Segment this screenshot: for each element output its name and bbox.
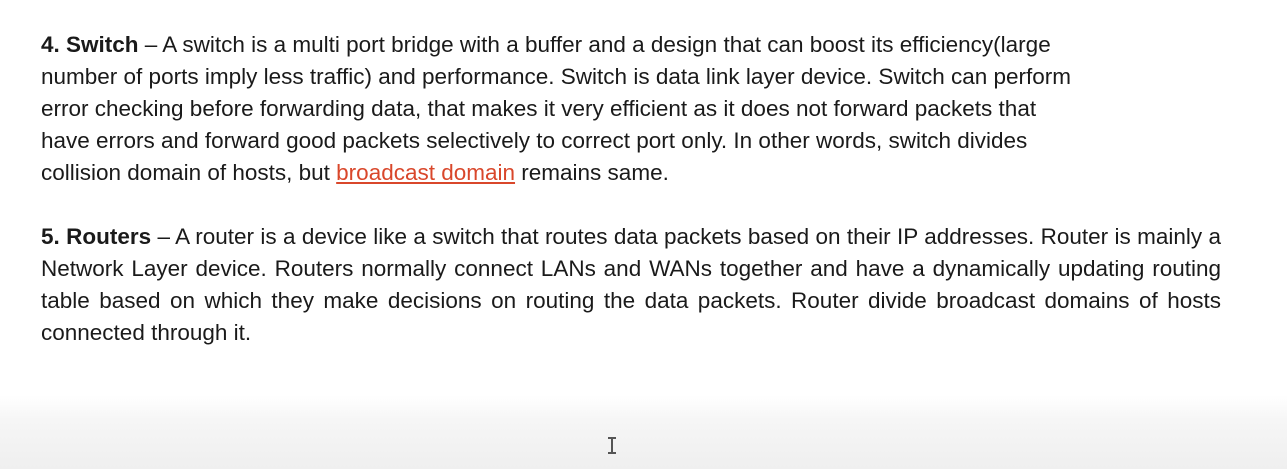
broadcast-domain-link[interactable]: broadcast domain: [336, 160, 515, 185]
document-page: 4. Switch – A switch is a multi port bri…: [0, 0, 1287, 469]
paragraph-routers: 5. Routers – A router is a device like a…: [41, 221, 1221, 349]
paragraph-switch: 4. Switch – A switch is a multi port bri…: [41, 29, 1081, 189]
heading-routers: 5. Routers: [41, 224, 152, 249]
heading-switch: 4. Switch: [41, 32, 139, 57]
switch-text-after-link: remains same.: [515, 160, 669, 185]
document-body: 4. Switch – A switch is a multi port bri…: [41, 29, 1231, 349]
routers-text: – A router is a device like a switch tha…: [41, 224, 1222, 345]
text-cursor-icon: [608, 436, 616, 454]
